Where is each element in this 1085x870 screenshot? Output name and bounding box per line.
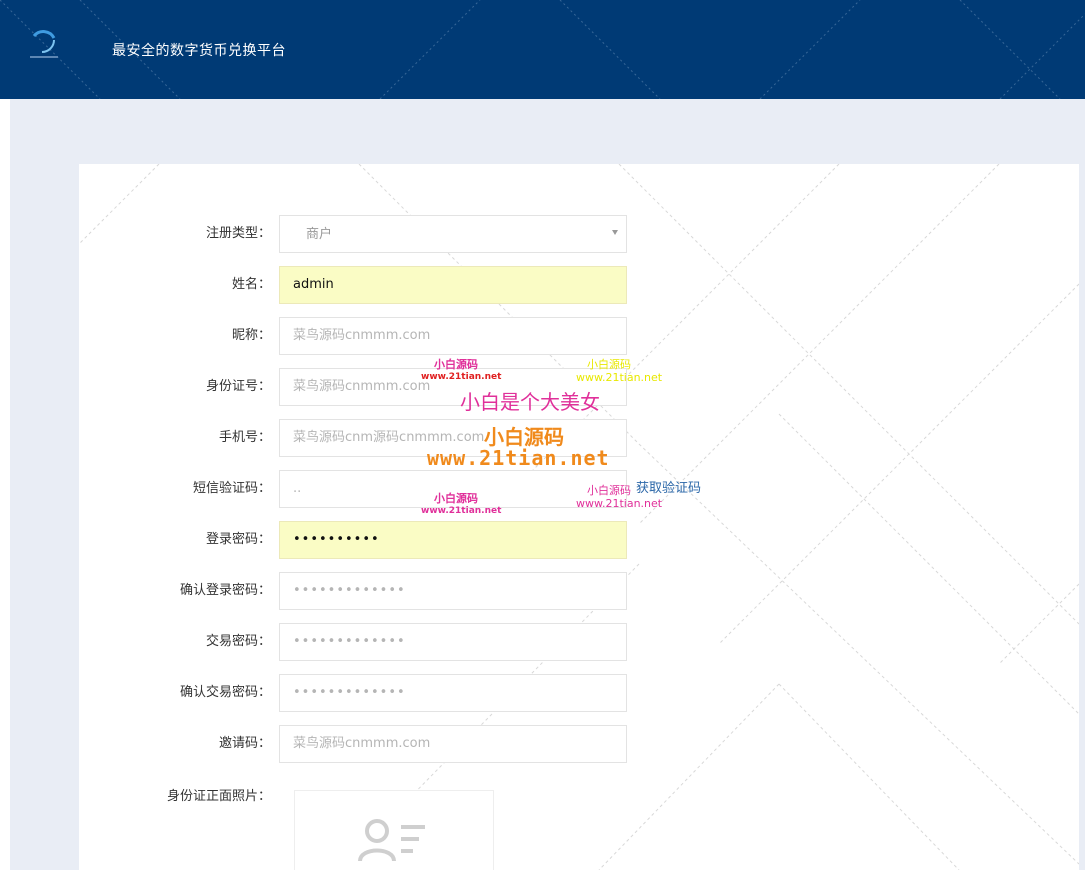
register-type-label: 注册类型： xyxy=(205,226,271,241)
row-sms-code: 短信验证码： 获取验证码 xyxy=(79,470,1079,508)
register-type-select[interactable]: 商户 xyxy=(279,215,627,253)
id-card-user-icon xyxy=(358,819,425,862)
header-title: 最安全的数字货币兑换平台 xyxy=(112,43,286,59)
chevron-down-icon xyxy=(612,230,618,235)
login-password-label: 登录密码： xyxy=(205,532,271,547)
row-trade-password: 交易密码： xyxy=(79,623,1079,661)
sms-code-label: 短信验证码： xyxy=(192,481,271,496)
row-confirm-login-password: 确认登录密码： xyxy=(79,572,1079,610)
confirm-trade-password-label: 确认交易密码： xyxy=(179,685,271,700)
row-confirm-trade-password: 确认交易密码： xyxy=(79,674,1079,712)
row-invite-code: 邀请码： xyxy=(79,725,1079,763)
id-number-label: 身份证号： xyxy=(205,379,271,394)
trade-password-input[interactable] xyxy=(279,623,627,661)
phone-label: 手机号： xyxy=(218,430,271,445)
row-login-password: 登录密码： xyxy=(79,521,1079,559)
login-password-input[interactable] xyxy=(279,521,627,559)
confirm-trade-password-input[interactable] xyxy=(279,674,627,712)
brand-logo-icon[interactable] xyxy=(24,28,64,62)
trade-password-label: 交易密码： xyxy=(205,634,271,649)
registration-form-card: 注册类型： 商户 姓名： 昵称： 身份证号： 手机号： 短信验证码： 获取验证码… xyxy=(79,164,1079,870)
row-nickname: 昵称： xyxy=(79,317,1079,355)
id-front-photo-upload[interactable] xyxy=(294,790,494,870)
site-header: 最安全的数字货币兑换平台 xyxy=(0,0,1085,99)
get-sms-code-link[interactable]: 获取验证码 xyxy=(636,470,701,508)
name-label: 姓名： xyxy=(231,277,271,292)
phone-input[interactable] xyxy=(279,419,627,457)
name-input[interactable] xyxy=(279,266,627,304)
row-phone: 手机号： xyxy=(79,419,1079,457)
nickname-label: 昵称： xyxy=(231,328,271,343)
invite-code-label: 邀请码： xyxy=(218,736,271,751)
invite-code-input[interactable] xyxy=(279,725,627,763)
id-number-input[interactable] xyxy=(279,368,627,406)
row-id-number: 身份证号： xyxy=(79,368,1079,406)
nickname-input[interactable] xyxy=(279,317,627,355)
confirm-login-password-input[interactable] xyxy=(279,572,627,610)
register-type-value: 商户 xyxy=(306,227,333,242)
row-name: 姓名： xyxy=(79,266,1079,304)
row-id-front-photo: 身份证正面照片： xyxy=(79,778,1079,816)
left-edge-strip xyxy=(0,99,10,870)
row-register-type: 注册类型： 商户 xyxy=(79,215,1079,253)
sms-code-input[interactable] xyxy=(279,470,627,508)
confirm-login-password-label: 确认登录密码： xyxy=(179,583,271,598)
id-front-photo-label: 身份证正面照片： xyxy=(166,789,271,804)
